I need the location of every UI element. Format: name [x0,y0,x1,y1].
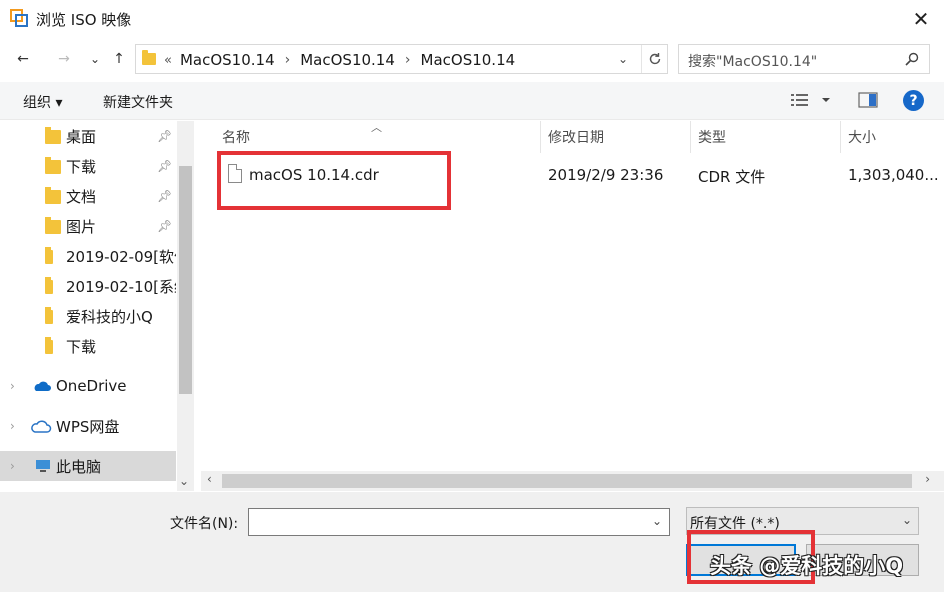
sidebar-item-aikeji[interactable]: 爱科技的小Q [0,301,176,331]
watermark: 头条 @爱科技的小Q [710,554,904,578]
downloads-folder-icon [45,157,61,174]
sort-ascending-icon: ︿ [371,121,382,134]
navigation-bar: ← → ⌄ ↑ « MacOS10.14 › MacOS10.14 › MacO… [0,40,944,78]
breadcrumb-item[interactable]: MacOS10.14 [300,51,395,69]
breadcrumb-item[interactable]: MacOS10.14 [421,51,516,69]
sidebar-item-label: 图片 [66,217,97,236]
sidebar-item-folder-20190210[interactable]: 2019-02-10[系统 [0,271,176,301]
refresh-button[interactable] [641,45,668,73]
sidebar-item-label: 2019-02-09[软件 [66,247,176,266]
sidebar-item-label: 下载 [66,157,97,176]
breadcrumb-overflow-icon[interactable]: « [164,53,172,68]
horizontal-scrollbar[interactable]: ‹ › [201,471,944,491]
desktop-folder-icon [45,127,61,144]
sidebar-item-folder-20190209[interactable]: 2019-02-09[软件 [0,241,176,271]
new-folder-button[interactable]: 新建文件夹 [103,92,173,112]
file-modified: 2019/2/9 23:36 [548,166,664,184]
pin-icon[interactable]: 📌︎ [157,129,172,143]
close-button[interactable]: ✕ [898,0,944,38]
sidebar-item-downloads-folder[interactable]: 下载 [0,331,176,361]
pin-icon[interactable]: 📌︎ [157,189,172,203]
address-bar[interactable]: « MacOS10.14 › MacOS10.14 › MacOS10.14 ⌄ [135,44,668,74]
pin-icon[interactable]: 📌︎ [157,219,172,233]
sidebar-item-pictures[interactable]: 图片 📌︎ [0,211,176,241]
vmware-app-icon [10,9,28,27]
forward-button[interactable]: → [52,48,76,70]
breadcrumb-item[interactable]: MacOS10.14 [180,51,275,69]
file-size: 1,303,040... [848,166,939,184]
chevron-left-icon[interactable]: ‹ [207,472,212,486]
sidebar-item-onedrive[interactable]: › OneDrive [0,371,176,401]
scrollbar-thumb[interactable] [179,166,192,394]
title-bar: 浏览 ISO 映像 ✕ [0,0,944,38]
sidebar-item-label: 文档 [66,187,97,206]
sidebar-item-label: 桌面 [66,127,97,146]
folder-icon [45,277,53,294]
onedrive-icon [34,381,51,391]
sidebar-item-label: 2019-02-10[系统 [66,277,176,296]
chevron-right-icon[interactable]: › [925,472,930,486]
folder-icon [142,50,156,65]
sidebar-item-label: 下载 [66,337,97,356]
sidebar-item-this-pc[interactable]: › 此电脑 [0,451,176,481]
search-placeholder: 搜索"MacOS10.14" [688,54,818,70]
column-header-size[interactable]: 大小 [848,121,876,153]
refresh-icon [649,53,661,65]
column-divider[interactable] [540,121,541,153]
filename-input[interactable]: ⌄ [248,508,670,536]
sidebar-item-downloads[interactable]: 下载 📌︎ [0,151,176,181]
folder-icon [45,307,53,324]
column-header-modified[interactable]: 修改日期 [548,121,604,153]
chevron-right-icon[interactable]: › [10,459,15,473]
column-divider[interactable] [840,121,841,153]
sidebar-item-label: 此电脑 [56,457,102,476]
up-button[interactable]: ↑ [107,48,131,70]
search-icon [905,52,919,66]
command-bar: 组织 ▾ 新建文件夹 ? [0,82,944,120]
chevron-right-icon[interactable]: › [405,52,411,68]
column-header-name[interactable]: 名称 [222,121,250,153]
preview-pane-icon[interactable] [858,92,878,108]
recent-locations-button[interactable]: ⌄ [83,48,107,70]
pin-icon[interactable]: 📌︎ [157,159,172,173]
folder-icon [45,247,53,264]
organize-button[interactable]: 组织 ▾ [23,92,62,112]
documents-folder-icon [45,187,61,204]
sidebar-item-wps-cloud[interactable]: › WPS网盘 [0,411,176,441]
chevron-down-icon[interactable]: ⌄ [652,514,662,528]
navigation-pane: 桌面 📌︎ 下载 📌︎ 文档 📌︎ 图片 📌︎ 2019-02-09[软件 20… [0,121,194,491]
folder-icon [45,337,53,354]
sidebar-item-label: OneDrive [56,377,127,395]
sidebar-item-label: WPS网盘 [56,417,120,436]
chevron-right-icon[interactable]: › [10,379,15,393]
search-box[interactable]: 搜索"MacOS10.14" [678,44,930,74]
cloud-icon [31,420,52,433]
column-divider[interactable] [690,121,691,153]
pictures-folder-icon [45,217,61,234]
sidebar-item-desktop[interactable]: 桌面 📌︎ [0,121,176,151]
column-header-type[interactable]: 类型 [698,121,726,153]
chevron-down-icon[interactable]: ⌄ [179,474,189,488]
breadcrumb: « MacOS10.14 › MacOS10.14 › MacOS10.14 [164,51,515,69]
chevron-down-icon[interactable]: ⌄ [902,513,912,527]
sidebar-scrollbar[interactable]: ⌄ [177,121,194,491]
dialog-footer: 文件名(N): ⌄ 所有文件 (*.*) ⌄ 头条 @爱科技的小Q [0,492,944,592]
annotation-highlight-box [217,151,451,210]
file-type: CDR 文件 [698,168,766,186]
scrollbar-thumb[interactable] [222,474,912,488]
chevron-down-icon[interactable]: ⌄ [618,52,628,66]
chevron-right-icon[interactable]: › [10,419,15,433]
window-title: 浏览 ISO 映像 [36,11,132,29]
back-button[interactable]: ← [11,48,35,70]
file-list: ︿ 名称 修改日期 类型 大小 macOS 10.14.cdr 2019/2/9… [201,121,944,491]
sidebar-item-documents[interactable]: 文档 📌︎ [0,181,176,211]
help-icon[interactable]: ? [903,90,924,111]
chevron-right-icon[interactable]: › [285,52,291,68]
view-options-icon[interactable] [790,92,836,108]
filename-label: 文件名(N): [170,516,239,532]
computer-icon [36,460,50,472]
sidebar-item-label: 爱科技的小Q [66,307,153,326]
